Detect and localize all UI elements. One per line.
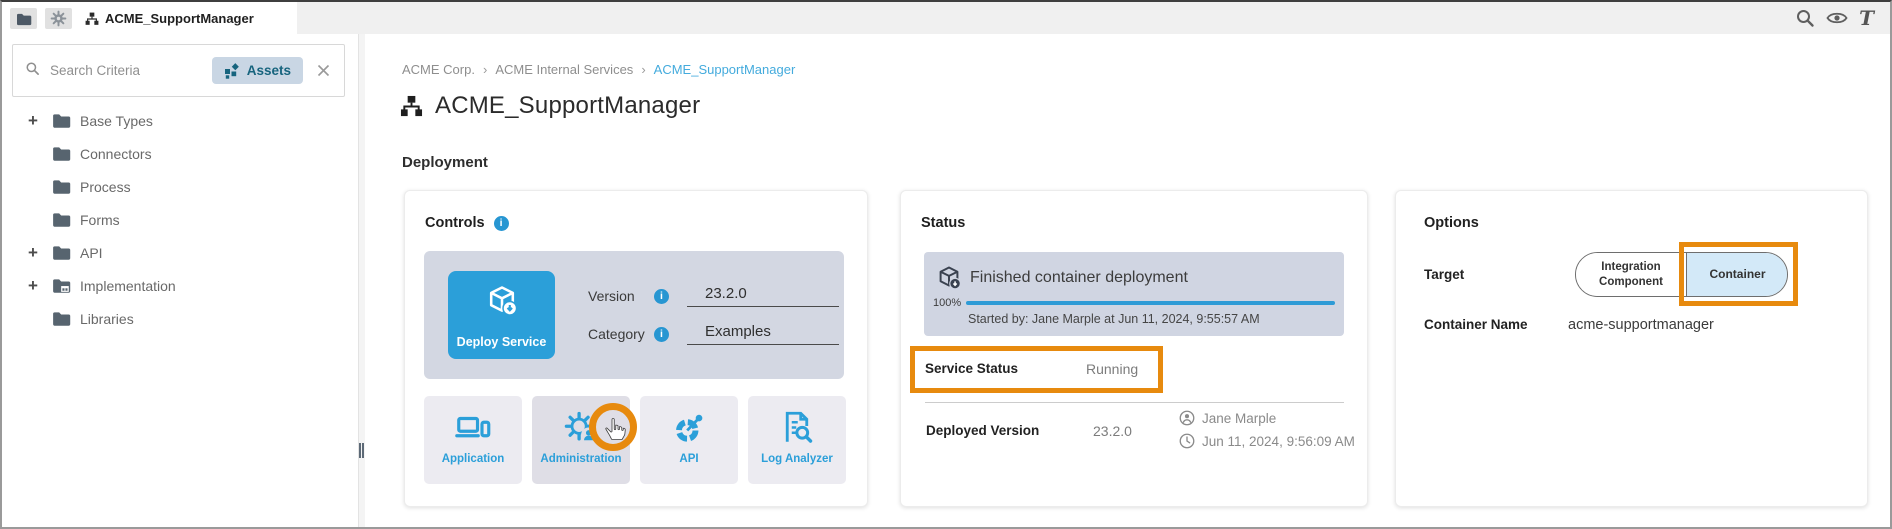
eye-icon[interactable] [1826, 11, 1848, 25]
deployed-version-label: Deployed Version [926, 423, 1039, 438]
hierarchy-icon [85, 12, 99, 26]
tile-log-analyzer[interactable]: Log Analyzer [748, 396, 846, 484]
deployment-meta: Jane Marple Jun 11, 2024, 9:56:09 AM [1179, 410, 1355, 449]
version-input[interactable]: 23.2.0 [687, 285, 839, 307]
target-label: Target [1424, 267, 1464, 282]
breadcrumb-acme-internal-services[interactable]: ACME Internal Services [495, 62, 633, 77]
deployed-by-row: Jane Marple [1179, 410, 1355, 426]
package-deploy-icon [484, 283, 520, 319]
tree-item-base-types[interactable]: + Base Types [2, 104, 358, 137]
sidebar: Assets + Base Types Connectors Process [2, 34, 359, 529]
info-icon[interactable]: i [654, 327, 669, 342]
service-status-value: Running [1086, 361, 1138, 377]
administration-icon [563, 411, 599, 444]
search-icon[interactable] [1795, 8, 1815, 28]
tab-bar: ACME_SupportManager [2, 2, 297, 35]
breadcrumb: ACME Corp. › ACME Internal Services › AC… [402, 62, 795, 77]
tree-item-implementation[interactable]: + Implementation [2, 269, 358, 302]
status-card: Status Finished container deployment 100… [900, 190, 1368, 507]
topbar-actions: T [1795, 2, 1890, 34]
settings-button[interactable] [45, 8, 72, 29]
options-card: Options Target Integration Component Con… [1395, 190, 1868, 507]
divider [925, 402, 1344, 403]
folder-icon [52, 244, 71, 261]
progress-bar [966, 301, 1335, 305]
breadcrumb-current[interactable]: ACME_SupportManager [654, 62, 796, 77]
controls-heading: Controls i [425, 215, 509, 231]
tree-item-process[interactable]: Process [2, 170, 358, 203]
progress-percent: 100% [933, 297, 961, 309]
info-icon[interactable]: i [654, 289, 669, 304]
expand-icon[interactable]: + [28, 277, 52, 294]
search-input[interactable] [48, 62, 212, 79]
implementation-folder-icon [52, 277, 71, 294]
application-icon [455, 411, 491, 444]
hierarchy-icon [400, 95, 423, 118]
app-window: ACME_SupportManager T Asse [0, 0, 1892, 529]
folder-icon [52, 178, 71, 195]
quick-launch-tiles: Application [424, 396, 846, 484]
search-criteria-box: Assets [12, 44, 345, 97]
controls-card: Controls i Deploy Service Version [404, 190, 868, 507]
started-by-text: Started by: Jane Marple at Jun 11, 2024,… [968, 312, 1260, 326]
page-title: ACME_SupportManager [435, 92, 700, 120]
person-icon [1179, 410, 1195, 426]
assets-filter-button[interactable]: Assets [212, 57, 303, 84]
toggle-integration-component[interactable]: Integration Component [1576, 253, 1686, 296]
top-bar: ACME_SupportManager T [2, 2, 1890, 35]
tree-item-libraries[interactable]: Libraries [2, 302, 358, 335]
expand-icon[interactable]: + [28, 112, 52, 129]
log-analyzer-icon [779, 411, 815, 444]
assets-label: Assets [247, 63, 291, 78]
assets-icon [224, 63, 240, 79]
folder-icon [52, 112, 71, 129]
container-toggle-highlight [1679, 242, 1798, 306]
tile-api[interactable]: API [640, 396, 738, 484]
folder-button[interactable] [10, 8, 37, 29]
service-status-highlight: Service Status Running [910, 346, 1163, 393]
service-status-label: Service Status [925, 361, 1018, 376]
api-icon [671, 411, 707, 444]
tile-administration[interactable]: Administration [532, 396, 630, 484]
expand-icon[interactable]: + [28, 244, 52, 261]
tab-acme-supportmanager[interactable]: ACME_SupportManager [85, 11, 254, 26]
container-name-label: Container Name [1424, 317, 1528, 332]
tab-label: ACME_SupportManager [105, 11, 254, 26]
deployed-at-row: Jun 11, 2024, 9:56:09 AM [1179, 433, 1355, 449]
search-icon [25, 61, 40, 81]
category-input[interactable]: Examples [687, 323, 839, 345]
tree-item-api[interactable]: + API [2, 236, 358, 269]
options-heading: Options [1424, 215, 1479, 231]
deployment-progress-panel: Finished container deployment 100% Start… [924, 252, 1344, 336]
package-status-icon [935, 264, 963, 292]
status-heading: Status [921, 215, 965, 231]
gear-icon [50, 10, 67, 27]
close-icon[interactable] [317, 64, 330, 77]
folder-icon [52, 145, 71, 162]
tile-application[interactable]: Application [424, 396, 522, 484]
deploy-service-button[interactable]: Deploy Service [448, 271, 555, 359]
deployment-section-heading: Deployment [402, 154, 488, 171]
main-panel: ACME Corp. › ACME Internal Services › AC… [365, 34, 1892, 529]
folder-icon [52, 310, 71, 327]
category-field-row: Category i Examples [588, 319, 839, 349]
deploy-settings-panel: Deploy Service Version i 23.2.0 Category… [424, 251, 844, 379]
folder-icon [52, 211, 71, 228]
page-title-row: ACME_SupportManager [400, 92, 700, 120]
deployment-message: Finished container deployment [970, 269, 1188, 287]
container-name-value: acme-supportmanager [1568, 317, 1714, 333]
folder-icon [16, 12, 32, 26]
tree-item-forms[interactable]: Forms [2, 203, 358, 236]
asset-tree: + Base Types Connectors Process Forms + [2, 104, 358, 335]
tree-item-connectors[interactable]: Connectors [2, 137, 358, 170]
deployed-version-value: 23.2.0 [1093, 423, 1132, 439]
version-field-row: Version i 23.2.0 [588, 281, 839, 311]
text-tool-icon[interactable]: T [1859, 8, 1874, 28]
breadcrumb-acme-corp[interactable]: ACME Corp. [402, 62, 475, 77]
info-icon[interactable]: i [494, 216, 509, 231]
clock-icon [1179, 433, 1195, 449]
